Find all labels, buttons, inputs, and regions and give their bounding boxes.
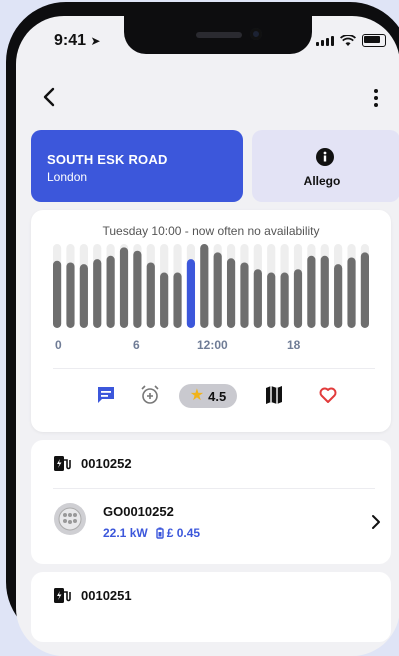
chat-icon[interactable] [95,384,117,406]
charger-group-header: 0010251 [53,586,132,604]
evse-id[interactable]: GO0010252 [103,504,174,519]
location-arrow-icon: ➤ [90,34,101,48]
occupancy-bar [119,247,129,328]
more-vertical-icon[interactable] [373,88,379,108]
occupancy-bar [240,262,249,328]
charger-group-id: 0010251 [81,587,132,603]
occupancy-bar [320,255,329,328]
rating-value: 4.5 [208,388,227,404]
map-icon[interactable] [263,384,285,406]
rating-pill[interactable]: ★ 4.5 [179,384,237,408]
speaker [196,32,242,38]
price-value: £ 0.45 [166,526,201,540]
station-name: SOUTH ESK ROAD [47,152,168,167]
charger-group-header: 0010252 [53,454,132,472]
chevron-right-icon[interactable] [371,514,381,530]
operator-name: Allego [303,174,341,188]
occupancy-chart [53,244,369,328]
occupancy-label: Tuesday 10:00 - now often no availabilit… [102,224,320,238]
top-bar [16,82,399,118]
occupancy-bar [267,272,276,328]
ev-charger-icon [54,588,71,603]
evse-info: 22.1 kW £ 0.45 [103,526,200,540]
battery-small-icon [156,527,164,539]
signal-icon [316,35,334,46]
app-screen: 9:41 ➤ SOUTH ESK ROAD London Allego Tues… [16,16,399,656]
operator-card[interactable]: Allego [252,130,399,202]
occupancy-bar [280,272,289,328]
tick-18: 18 [287,338,301,352]
alarm-icon[interactable] [139,384,161,406]
occupancy-bar [173,272,182,328]
occupancy-bar [360,252,369,328]
occupancy-bar [226,258,236,328]
occupancy-bar [334,264,343,328]
occupancy-bar [106,255,115,328]
status-icons [316,34,386,47]
occupancy-bar [79,264,88,328]
occupancy-bar [200,244,209,328]
tick-12: 12:00 [197,338,228,352]
back-arrow-icon[interactable] [42,86,56,108]
station-city: London [47,170,88,184]
wifi-icon [340,34,356,46]
charger-group: 0010252 GO0010252 22.1 kW £ 0.45 [31,440,391,564]
tick-6: 6 [133,338,140,352]
camera [250,28,262,40]
battery-icon [362,34,386,47]
occupancy-bar [293,269,303,328]
occupancy-bar [66,262,75,328]
heart-icon[interactable] [317,384,339,406]
star-icon: ★ [189,387,205,404]
station-card[interactable]: SOUTH ESK ROAD London [31,130,243,202]
occupancy-bar [133,250,142,328]
type2-connector-icon [54,503,86,535]
divider [53,488,375,489]
charger-group: 0010251 [31,572,391,642]
notch [124,16,312,54]
occupancy-bar [253,269,262,328]
info-icon [316,148,334,166]
divider [53,368,375,369]
occupancy-bar [160,272,169,328]
occupancy-bar [307,255,316,328]
occupancy-bar [53,260,62,328]
actions-bar: ★ 4.5 [31,378,391,414]
occupancy-bar [213,252,222,328]
occupancy-bar [93,259,102,328]
tick-0: 0 [55,338,62,352]
availability-panel: Tuesday 10:00 - now often no availabilit… [31,210,391,432]
phone-frame: 9:41 ➤ SOUTH ESK ROAD London Allego Tues… [6,2,399,656]
status-time: 9:41 ➤ [54,32,101,50]
power-value: 22.1 kW [103,526,148,540]
charger-group-id: 0010252 [81,455,132,471]
occupancy-bar [347,257,356,328]
price-group: £ 0.45 [156,526,200,540]
occupancy-bar-current [186,259,196,328]
occupancy-bar [146,262,155,328]
ev-charger-icon [54,456,71,471]
time-text: 9:41 [54,32,87,49]
